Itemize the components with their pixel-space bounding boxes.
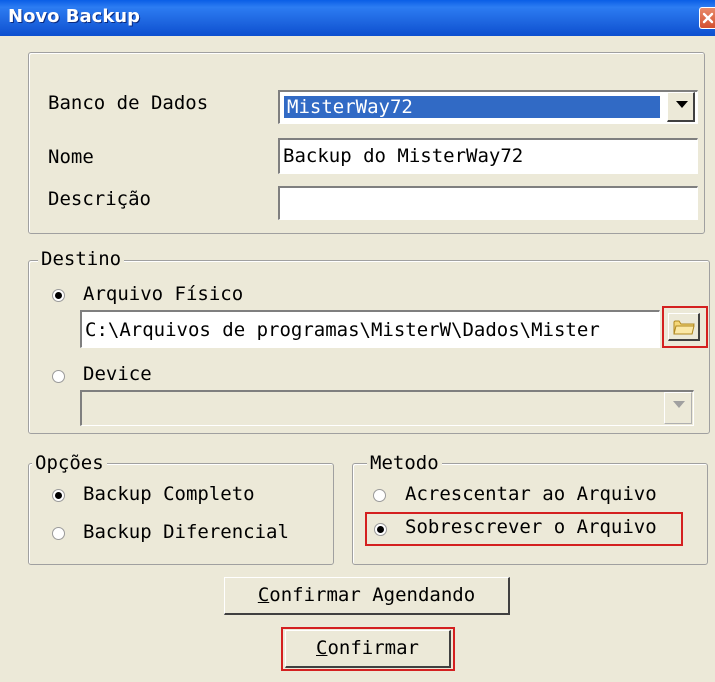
banco-dropdown-button[interactable] bbox=[667, 92, 695, 122]
window-title: Novo Backup bbox=[8, 6, 141, 27]
backup-diferencial-radio[interactable] bbox=[52, 527, 65, 540]
close-icon bbox=[702, 12, 714, 24]
confirmar-accel: C bbox=[316, 637, 328, 659]
device-dropdown-button[interactable] bbox=[664, 392, 692, 424]
acrescentar-radio[interactable] bbox=[373, 489, 386, 502]
confirmar-button[interactable]: Confirmar bbox=[285, 630, 451, 668]
descricao-label: Descrição bbox=[48, 188, 151, 210]
backup-diferencial-label: Backup Diferencial bbox=[83, 521, 289, 543]
chevron-down-icon bbox=[676, 101, 688, 108]
nome-field[interactable]: Backup do MisterWay72 bbox=[278, 138, 698, 174]
browse-folder-button[interactable] bbox=[668, 313, 700, 341]
close-button[interactable] bbox=[699, 7, 715, 29]
confirmar-agendando-button[interactable]: Confirmar Agendando bbox=[224, 577, 510, 615]
banco-combo[interactable]: MisterWay72 bbox=[278, 90, 698, 124]
banco-label: Banco de Dados bbox=[48, 92, 209, 114]
opcoes-legend: Opções bbox=[32, 452, 107, 474]
metodo-legend: Metodo bbox=[367, 452, 442, 474]
device-radio[interactable] bbox=[52, 370, 65, 383]
device-combo[interactable] bbox=[80, 390, 694, 426]
backup-completo-label: Backup Completo bbox=[83, 483, 255, 505]
sobrescrever-label: Sobrescrever o Arquivo bbox=[405, 516, 657, 538]
nome-label: Nome bbox=[48, 146, 94, 168]
descricao-field[interactable] bbox=[278, 186, 698, 220]
device-label: Device bbox=[83, 363, 152, 385]
confirmar-label: onfirmar bbox=[327, 637, 419, 659]
acrescentar-label: Acrescentar ao Arquivo bbox=[405, 483, 657, 505]
destino-legend: Destino bbox=[38, 248, 125, 270]
confirmar-agendando-label: onfirmar Agendando bbox=[269, 584, 476, 606]
banco-value: MisterWay72 bbox=[284, 96, 660, 118]
arquivo-fisico-radio[interactable] bbox=[52, 289, 65, 302]
arquivo-path-field[interactable]: C:\Arquivos de programas\MisterW\Dados\M… bbox=[80, 310, 660, 348]
chevron-down-icon bbox=[673, 401, 685, 408]
arquivo-fisico-label: Arquivo Físico bbox=[83, 283, 244, 305]
sobrescrever-radio[interactable] bbox=[374, 523, 387, 536]
opcoes-group bbox=[28, 463, 334, 565]
title-bar: Novo Backup bbox=[0, 0, 715, 36]
backup-completo-radio[interactable] bbox=[52, 489, 65, 502]
folder-icon bbox=[673, 320, 695, 335]
confirmar-agendando-accel: C bbox=[257, 584, 270, 606]
